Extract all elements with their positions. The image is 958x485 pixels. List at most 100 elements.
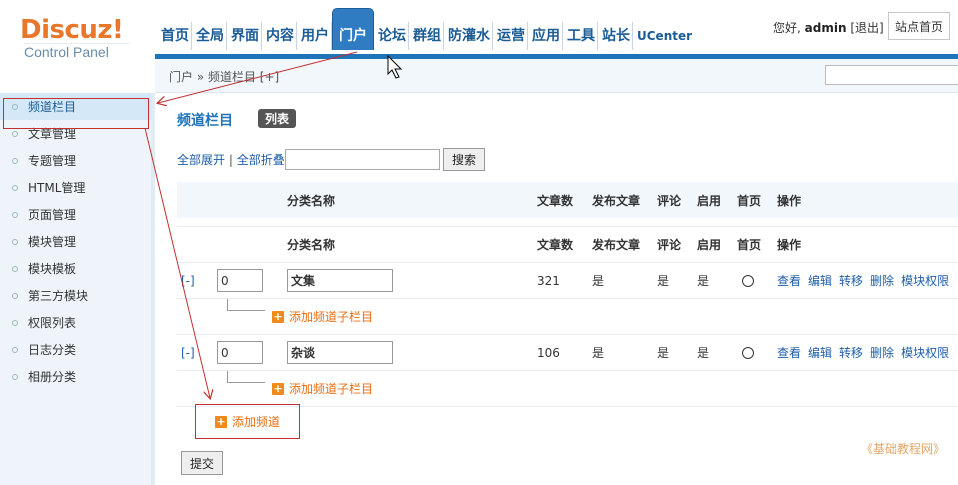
separator: | <box>228 153 233 167</box>
sidebar-item-label: 模块模板 <box>28 262 77 276</box>
article-count: 106 <box>537 345 560 360</box>
submit-button[interactable]: 提交 <box>181 451 223 475</box>
add-subchannel-link[interactable]: + 添加频道子栏目 <box>272 371 373 406</box>
nav-group[interactable]: 群组 <box>409 22 444 50</box>
add-channel-link[interactable]: + 添加频道 <box>214 413 280 430</box>
nav-portal[interactable]: 门户 <box>332 8 374 50</box>
view-link[interactable]: 查看 <box>777 272 801 289</box>
homepage-radio[interactable] <box>742 274 754 287</box>
view-link[interactable]: 查看 <box>777 344 801 361</box>
nav-apps[interactable]: 应用 <box>528 22 563 50</box>
plus-icon: + <box>272 309 284 323</box>
add-subchannel-link[interactable]: + 添加频道子栏目 <box>272 299 373 334</box>
edit-link[interactable]: 编辑 <box>808 344 832 361</box>
nav-global[interactable]: 全局 <box>192 22 227 50</box>
bullet-icon <box>12 130 18 137</box>
bullet-icon <box>12 292 18 299</box>
sidebar-item-block-templates[interactable]: 模块模板 <box>0 255 151 282</box>
comment-value: 是 <box>657 274 670 288</box>
bullet-icon <box>12 238 18 245</box>
nav-admin[interactable]: 站长 <box>598 22 633 50</box>
sidebar-item-blog-categories[interactable]: 日志分类 <box>0 336 151 363</box>
col-comment: 评论 <box>657 193 682 208</box>
nav-home[interactable]: 首页 <box>157 22 192 50</box>
bullet-icon <box>12 346 18 353</box>
nav-style[interactable]: 界面 <box>227 22 262 50</box>
homepage-radio[interactable] <box>742 346 754 359</box>
list-tab[interactable]: 列表 <box>258 109 297 128</box>
sub-row: + 添加频道子栏目 <box>177 298 958 334</box>
sidebar-item-label: 专题管理 <box>28 154 77 168</box>
col-comment: 评论 <box>657 238 682 252</box>
logo[interactable]: Discuz! Control Panel <box>20 17 130 69</box>
move-link[interactable]: 转移 <box>839 344 863 361</box>
sidebar-item-blocks[interactable]: 模块管理 <box>0 228 151 255</box>
header: Discuz! Control Panel 首页 全局 界面 内容 用户 门户 … <box>0 0 958 60</box>
move-link[interactable]: 转移 <box>839 272 863 289</box>
name-input[interactable]: 文集 <box>287 269 393 292</box>
collapse-toggle[interactable]: [-] <box>181 263 195 298</box>
sidebar-item-pages[interactable]: 页面管理 <box>0 201 151 228</box>
bullet-icon <box>12 373 18 380</box>
nav-tools[interactable]: 工具 <box>563 22 598 50</box>
add-subchannel-label: 添加频道子栏目 <box>289 310 374 324</box>
comment-value: 是 <box>657 346 670 360</box>
top-search-input[interactable] <box>825 65 958 85</box>
publish-value: 是 <box>592 274 605 288</box>
nav-users[interactable]: 用户 <box>297 22 332 50</box>
article-count: 321 <box>537 273 560 288</box>
sidebar-item-third-party[interactable]: 第三方模块 <box>0 282 151 309</box>
publish-value: 是 <box>592 346 605 360</box>
nav-ucenter[interactable]: UCenter <box>633 22 694 50</box>
nav-content[interactable]: 内容 <box>262 22 297 50</box>
block-permission-link[interactable]: 模块权限 <box>901 272 949 289</box>
name-input[interactable]: 杂谈 <box>287 341 393 364</box>
plus-icon: + <box>272 381 284 395</box>
sidebar-item-label: 模块管理 <box>28 235 77 249</box>
sidebar-item-album-categories[interactable]: 相册分类 <box>0 363 151 390</box>
plus-icon: + <box>214 414 227 428</box>
logout-link[interactable]: [退出] <box>850 21 883 35</box>
col-enabled: 启用 <box>697 193 722 208</box>
page-title: 频道栏目 <box>177 113 233 129</box>
order-input[interactable]: 0 <box>217 269 263 292</box>
delete-link[interactable]: 删除 <box>870 344 894 361</box>
col-publish: 发布文章 <box>592 193 641 208</box>
edit-link[interactable]: 编辑 <box>808 272 832 289</box>
nav-forum[interactable]: 论坛 <box>374 22 409 50</box>
table-row: [-] 0 杂谈 106 是 是 是 查看 编辑 转移 删除 模块权限 <box>177 334 958 370</box>
sidebar-item-label: 相册分类 <box>28 370 77 384</box>
table-header: 分类名称 文章数 发布文章 评论 启用 首页 操作 <box>177 182 958 218</box>
order-input[interactable]: 0 <box>217 341 263 364</box>
add-channel-label: 添加频道 <box>231 415 280 429</box>
sidebar-item-label: 权限列表 <box>28 316 77 330</box>
sidebar-item-label: 页面管理 <box>28 208 77 222</box>
sidebar-item-html[interactable]: HTML管理 <box>0 174 151 201</box>
sidebar-item-label: HTML管理 <box>28 181 86 195</box>
tree-elbow <box>227 371 265 383</box>
col-count: 文章数 <box>537 238 574 252</box>
sidebar-item-topics[interactable]: 专题管理 <box>0 147 151 174</box>
bullet-icon <box>12 157 18 164</box>
collapse-all-link[interactable]: 全部折叠 <box>237 153 285 167</box>
col-ops: 操作 <box>777 193 802 208</box>
search-button[interactable]: 搜索 <box>443 148 485 171</box>
greeting: 您好, <box>773 21 801 35</box>
breadcrumb-bar: 门户 » 频道栏目 [+] <box>155 59 958 93</box>
bullet-icon <box>12 184 18 191</box>
watermark: 《基础教程网》 <box>861 442 946 456</box>
enabled-value: 是 <box>697 274 710 288</box>
nav-antispam[interactable]: 防灌水 <box>444 22 493 50</box>
block-permission-link[interactable]: 模块权限 <box>901 344 949 361</box>
nav-operation[interactable]: 运营 <box>493 22 528 50</box>
row-ops: 查看 编辑 转移 删除 模块权限 <box>777 335 956 370</box>
category-search-input[interactable] <box>285 149 440 170</box>
logo-wordmark: Discuz! <box>20 15 124 45</box>
site-home-button[interactable]: 站点首页 <box>888 12 950 40</box>
sidebar-item-permissions[interactable]: 权限列表 <box>0 309 151 336</box>
expand-links: 全部展开 | 全部折叠 <box>177 151 285 168</box>
expand-all-link[interactable]: 全部展开 <box>177 153 225 167</box>
collapse-toggle[interactable]: [-] <box>181 335 195 370</box>
delete-link[interactable]: 删除 <box>870 272 894 289</box>
sub-row: + 添加频道子栏目 <box>177 370 958 406</box>
